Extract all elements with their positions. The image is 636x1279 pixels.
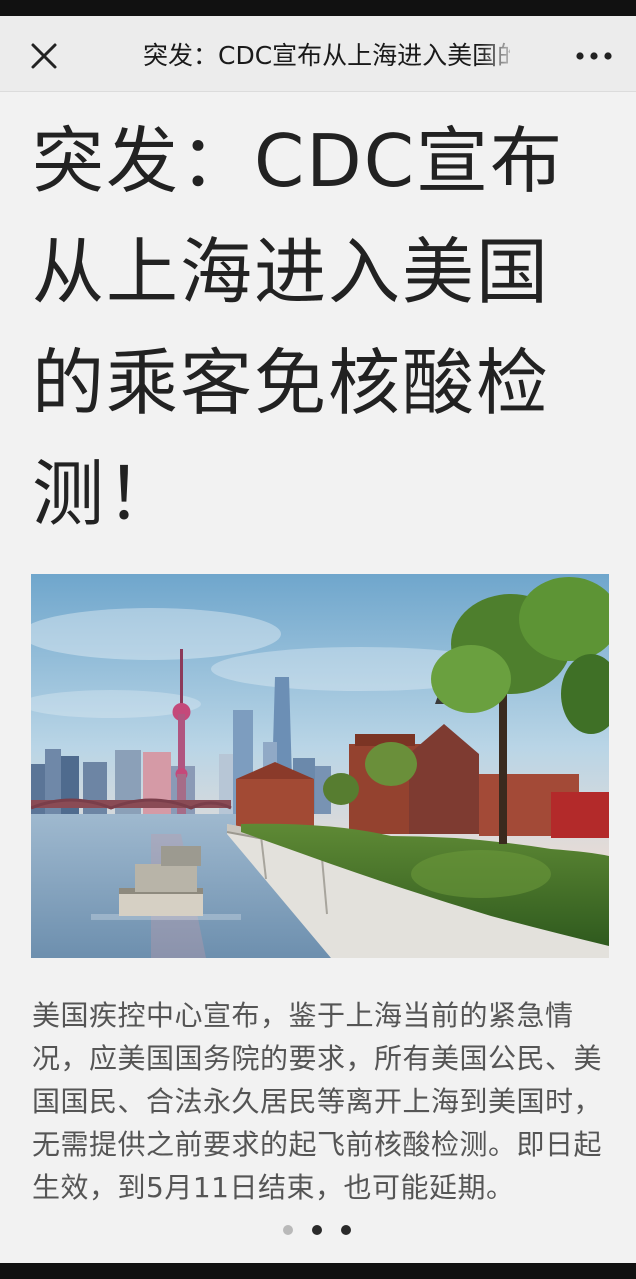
page-dot[interactable] xyxy=(312,1225,322,1235)
top-nav-bar: 突发：CDC宣布从上海进入美国的乘客免核酸检测！ xyxy=(0,16,636,92)
page-indicator xyxy=(280,1220,360,1240)
more-dots-icon xyxy=(576,52,612,60)
status-bar-edge xyxy=(0,0,636,16)
article-hero-image[interactable] xyxy=(31,574,609,958)
shanghai-skyline-photo xyxy=(31,574,609,958)
nav-title: 突发：CDC宣布从上海进入美国的乘客免核酸检测！ xyxy=(143,41,510,70)
nav-title-fade xyxy=(480,36,520,76)
article-headline: 突发：CDC宣布从上海进入美国的乘客免核酸检测！ xyxy=(32,119,564,536)
article-body: 美国疾控中心宣布，鉴于上海当前的紧急情况，应美国国务院的要求，所有美国公民、美国… xyxy=(32,999,603,1204)
page-dot[interactable] xyxy=(283,1225,293,1235)
close-icon xyxy=(31,43,57,69)
page-dot[interactable] xyxy=(341,1225,351,1235)
home-bar-edge xyxy=(0,1263,636,1279)
more-button[interactable] xyxy=(570,36,618,76)
close-button[interactable] xyxy=(22,34,62,74)
